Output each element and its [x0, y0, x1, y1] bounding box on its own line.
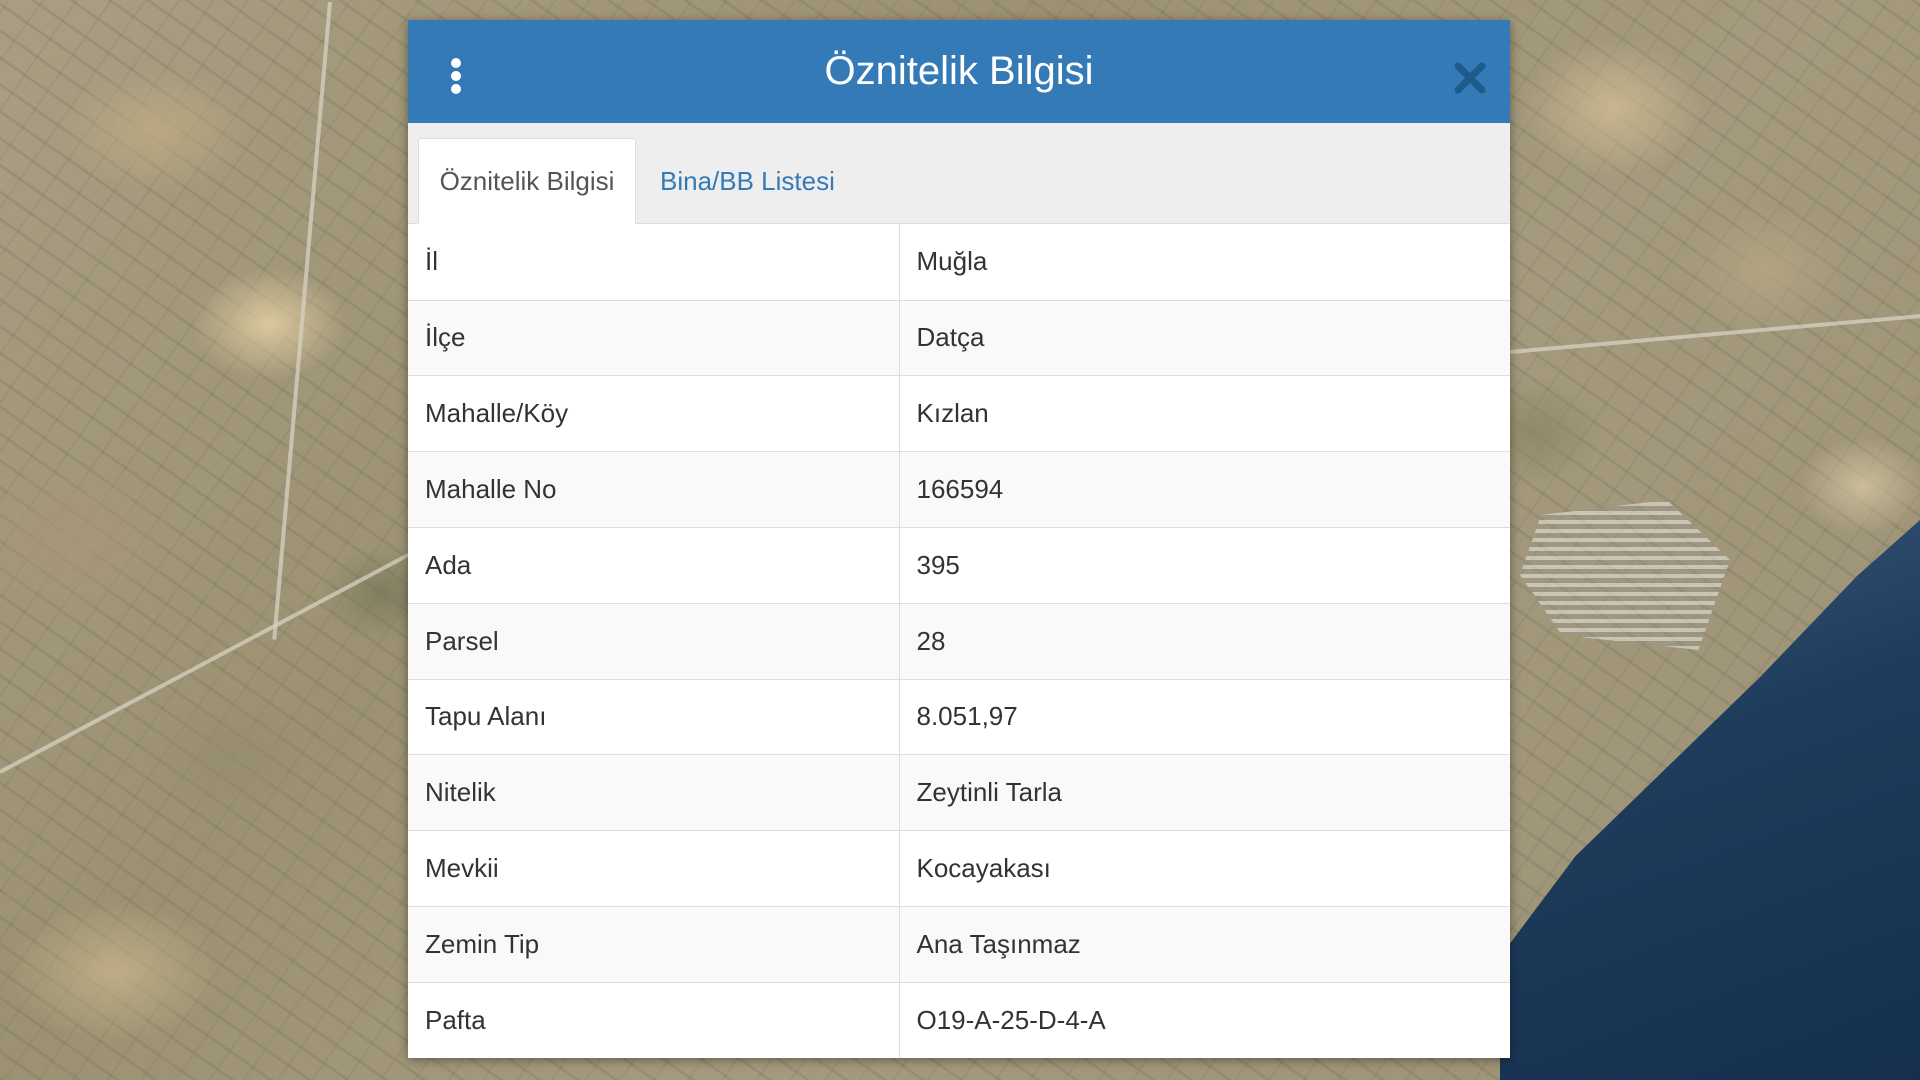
attribute-value: Kızlan [899, 375, 1510, 452]
close-icon[interactable] [1452, 60, 1488, 96]
attribute-value: 28 [899, 602, 1510, 680]
table-row: Nitelik Zeytinli Tarla [408, 754, 1510, 831]
map-road [1509, 313, 1920, 354]
attribute-value: Datça [899, 299, 1510, 376]
table-row: Pafta O19-A-25-D-4-A [408, 981, 1510, 1058]
attribute-key: Mevkii [408, 830, 900, 907]
table-row: Tapu Alanı 8.051,97 [408, 678, 1510, 755]
table-row: Mevkii Kocayakası [408, 830, 1510, 907]
attribute-key: Ada [408, 526, 900, 604]
table-row: İlçe Datça [408, 299, 1510, 376]
attribute-key: Mahalle No [408, 451, 900, 528]
vertical-ellipsis-icon[interactable] [444, 52, 468, 100]
dialog-header: Öznitelik Bilgisi [408, 20, 1510, 123]
table-row: Zemin Tip Ana Taşınmaz [408, 905, 1510, 983]
map-road [272, 1, 332, 640]
attribute-key: Tapu Alanı [408, 678, 900, 755]
table-row: Parsel 28 [408, 602, 1510, 680]
attribute-value: Zeytinli Tarla [899, 754, 1510, 831]
attribute-key: Mahalle/Köy [408, 375, 900, 452]
map-resort-area [1520, 500, 1730, 650]
attribute-value: Muğla [899, 224, 1510, 301]
attribute-table: İl Muğla İlçe Datça Mahalle/Köy Kızlan M… [408, 224, 1510, 1058]
attribute-value: O19-A-25-D-4-A [899, 981, 1510, 1058]
dialog-title: Öznitelik Bilgisi [824, 48, 1094, 93]
tab-attribute-info[interactable]: Öznitelik Bilgisi [418, 138, 636, 225]
attribute-value: 395 [899, 526, 1510, 604]
attribute-value: 8.051,97 [899, 678, 1510, 755]
table-row: Ada 395 [408, 526, 1510, 604]
tab-bar: Öznitelik Bilgisi Bina/BB Listesi [408, 122, 1510, 225]
attribute-key: Zemin Tip [408, 905, 900, 983]
attribute-info-dialog: Öznitelik Bilgisi Öznitelik Bilgisi Bina… [408, 20, 1510, 1058]
attribute-key: İlçe [408, 299, 900, 376]
attribute-key: Nitelik [408, 754, 900, 831]
attribute-value: Kocayakası [899, 830, 1510, 907]
table-row: İl Muğla [408, 224, 1510, 301]
table-row: Mahalle/Köy Kızlan [408, 375, 1510, 452]
attribute-value: Ana Taşınmaz [899, 905, 1510, 983]
tab-building-list[interactable]: Bina/BB Listesi [660, 138, 835, 224]
map-road [0, 526, 461, 774]
attribute-key: Parsel [408, 602, 900, 680]
attribute-key: Pafta [408, 981, 900, 1058]
table-row: Mahalle No 166594 [408, 451, 1510, 528]
attribute-value: 166594 [899, 451, 1510, 528]
attribute-key: İl [408, 224, 900, 301]
